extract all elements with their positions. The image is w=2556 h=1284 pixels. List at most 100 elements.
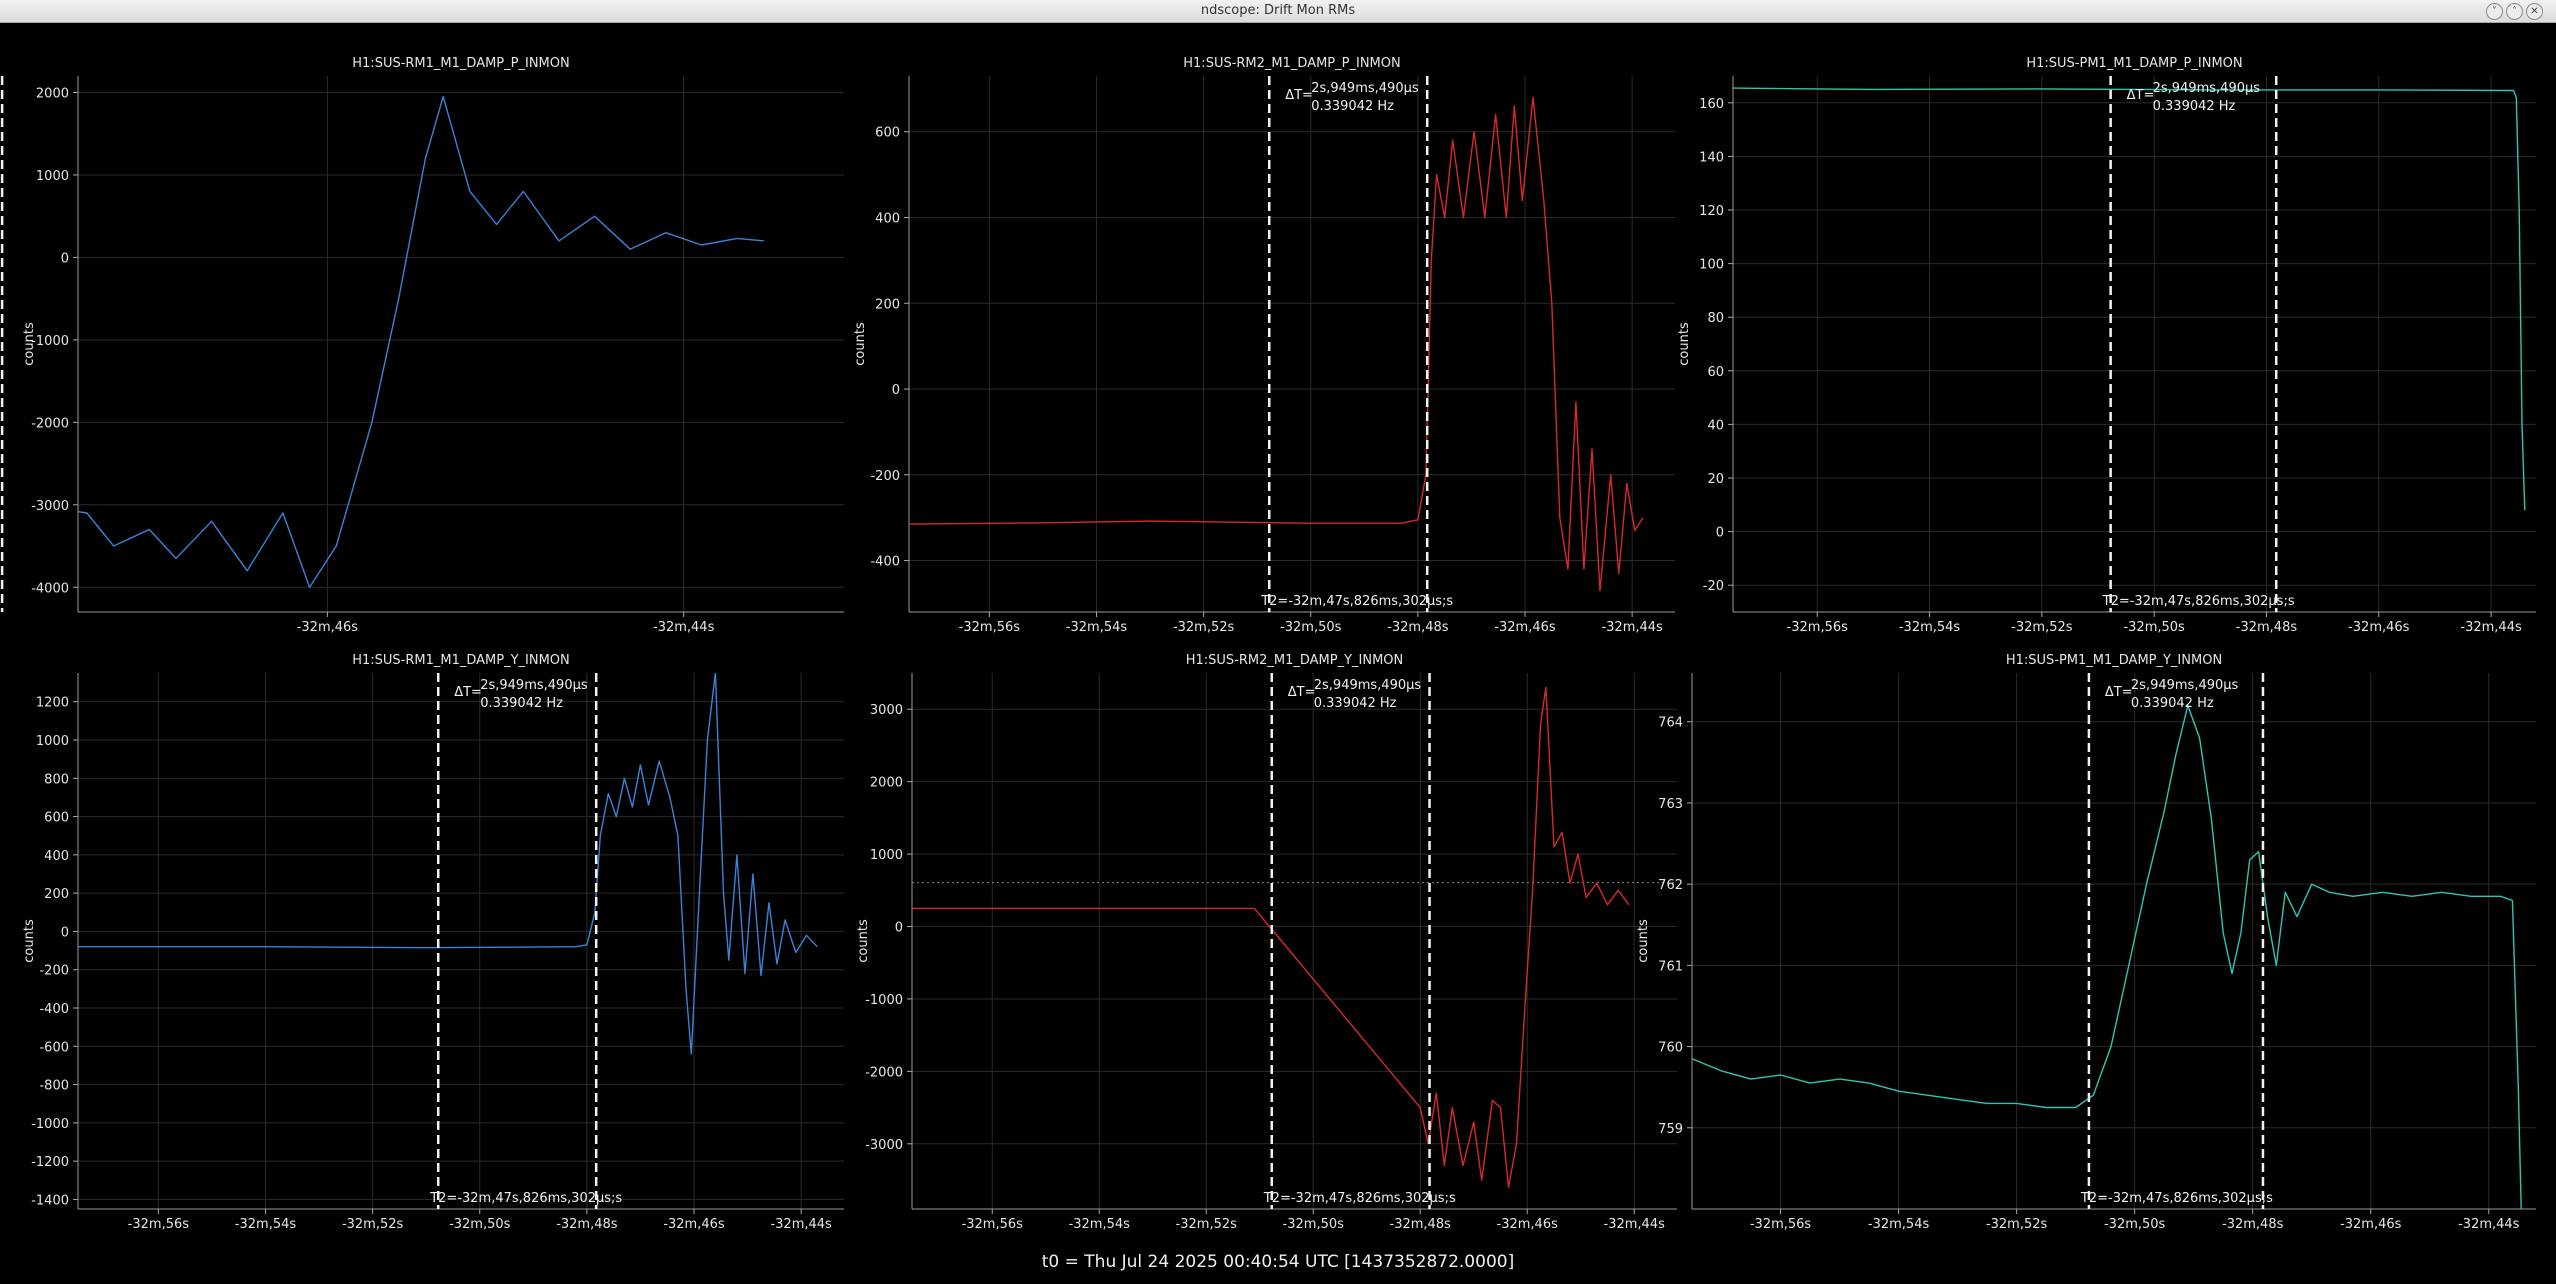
x-tick-label: -32m,46s (297, 620, 359, 635)
y-tick-label: 759 (1658, 1122, 1683, 1137)
x-tick-label: -32m,48s (556, 1217, 618, 1232)
x-tick-label: -32m,54s (1868, 1217, 1930, 1232)
x-tick-label: -32m,52s (342, 1217, 404, 1232)
y-tick-label: 60 (1707, 365, 1724, 380)
y-tick-label: 0 (61, 251, 69, 266)
grid (912, 673, 1677, 1209)
x-tick-label: -32m,50s (1283, 1217, 1345, 1232)
y-tick-label: -2000 (865, 1065, 903, 1080)
grid (1692, 673, 2536, 1209)
y-axis-label: counts (853, 322, 868, 366)
grid (909, 76, 1675, 612)
y-tick-label: 200 (875, 297, 900, 312)
data-trace (1733, 87, 2526, 511)
y-tick-label: 763 (1658, 797, 1683, 812)
plot-title: H1:SUS-RM1_M1_DAMP_Y_INMON (352, 653, 570, 668)
delta-t-value: 2s,949ms,490μs (480, 678, 588, 693)
x-tick-label: -32m,44s (1601, 620, 1663, 635)
y-tick-label: -20 (1703, 579, 1724, 594)
y-tick-label: 40 (1707, 418, 1724, 433)
y-tick-label: -2000 (31, 416, 69, 431)
y-tick-label: 2000 (870, 776, 903, 791)
x-tick-label: -32m,44s (2458, 1217, 2520, 1232)
delta-t-value: 2s,949ms,490μs (1314, 678, 1422, 693)
x-tick-label: -32m,52s (1176, 1217, 1238, 1232)
y-tick-label: 1000 (36, 169, 69, 184)
plot-panel-3[interactable]: H1:SUS-PM1_M1_DAMP_P_INMONcounts -32m,56s… (1677, 56, 2536, 635)
y-tick-label: -400 (39, 1002, 69, 1017)
y-tick-label: -3000 (865, 1138, 903, 1153)
y-axis-label: counts (1677, 322, 1692, 366)
y-tick-label: 800 (44, 772, 69, 787)
x-tick-label: -32m,46s (1497, 1217, 1559, 1232)
y-axis-label: counts (856, 919, 871, 963)
x-tick-label: -32m,46s (2348, 620, 2410, 635)
data-trace (909, 96, 1644, 592)
cursor-t2-label: T2=-32m,47s,826ms,302μs;s (2080, 1191, 2273, 1206)
data-trace (78, 673, 818, 1055)
x-tick-label: -32m,46s (1494, 620, 1556, 635)
plot-title: H1:SUS-RM2_M1_DAMP_P_INMON (1183, 56, 1400, 71)
delta-t-label: ΔT= (2105, 685, 2133, 700)
y-tick-label: -3000 (31, 499, 69, 514)
y-tick-label: -800 (39, 1079, 69, 1094)
plot-panel-2[interactable]: H1:SUS-RM2_M1_DAMP_P_INMONcounts -32m,56s… (853, 56, 1675, 635)
delta-t-label: ΔT= (454, 685, 482, 700)
x-tick-label: -32m,46s (2340, 1217, 2402, 1232)
x-tick-label: -32m,54s (1899, 620, 1961, 635)
y-tick-label: -1000 (31, 1117, 69, 1132)
y-tick-label: -400 (870, 555, 900, 570)
y-tick-label: 1000 (870, 848, 903, 863)
x-tick-label: -32m,44s (770, 1217, 832, 1232)
x-tick-label: -32m,48s (2236, 620, 2298, 635)
plot-panel-4[interactable]: H1:SUS-RM1_M1_DAMP_Y_INMONcounts -32m,56s… (22, 653, 844, 1232)
x-tick-label: -32m,44s (2460, 620, 2522, 635)
x-tick-label: -32m,50s (449, 1217, 511, 1232)
cursor-t2-label: T2=-32m,47s,826ms,302μs;s (429, 1191, 622, 1206)
y-tick-label: -1000 (865, 993, 903, 1008)
y-tick-label: 120 (1699, 204, 1724, 219)
delta-t-label: ΔT= (2127, 88, 2155, 103)
y-tick-label: 200 (44, 887, 69, 902)
delta-freq: 0.339042 Hz (2153, 99, 2236, 114)
y-tick-label: 762 (1658, 878, 1683, 893)
x-tick-label: -32m,52s (1986, 1217, 2048, 1232)
plot-panel-6[interactable]: H1:SUS-PM1_M1_DAMP_Y_INMONcounts -32m,56s… (1636, 653, 2536, 1232)
x-tick-label: -32m,54s (235, 1217, 297, 1232)
delta-t-value: 2s,949ms,490μs (2131, 678, 2239, 693)
y-tick-label: 0 (61, 925, 69, 940)
delta-t-value: 2s,949ms,490μs (2153, 81, 2261, 96)
x-tick-label: -32m,56s (1750, 1217, 1812, 1232)
t0-footer: t0 = Thu Jul 24 2025 00:40:54 UTC [14373… (1041, 1252, 1515, 1272)
y-tick-label: 1000 (36, 734, 69, 749)
delta-t-value: 2s,949ms,490μs (1311, 81, 1419, 96)
y-tick-label: -200 (870, 469, 900, 484)
y-tick-label: -1000 (31, 334, 69, 349)
data-trace (1692, 704, 2522, 1209)
delta-freq: 0.339042 Hz (2131, 696, 2214, 711)
plot-panel-5[interactable]: H1:SUS-RM2_M1_DAMP_Y_INMONcounts -32m,56s… (856, 653, 1677, 1232)
y-tick-label: 0 (1716, 526, 1724, 541)
grid (78, 76, 844, 612)
plot-panel-1[interactable]: H1:SUS-RM1_M1_DAMP_P_INMONcounts-32m,46s… (0, 56, 844, 635)
delta-t-label: ΔT= (1288, 685, 1316, 700)
close-button[interactable]: ✕ (2526, 3, 2543, 20)
data-trace (912, 686, 1630, 1188)
minimize-button[interactable]: ˅ (2486, 3, 2503, 20)
y-tick-label: 160 (1699, 97, 1724, 112)
y-tick-label: 600 (44, 811, 69, 826)
maximize-button[interactable]: ˄ (2506, 3, 2523, 20)
y-tick-label: 140 (1699, 150, 1724, 165)
plot-title: H1:SUS-RM2_M1_DAMP_Y_INMON (1186, 653, 1404, 668)
y-axis-label: counts (22, 919, 37, 963)
plots-area[interactable]: H1:SUS-RM1_M1_DAMP_P_INMONcounts -32m,46s… (0, 23, 2556, 1248)
cursor-t2-label: T2=-32m,47s,826ms,302μs;s (2102, 594, 2295, 609)
x-tick-label: -32m,44s (1604, 1217, 1666, 1232)
y-tick-label: 761 (1658, 959, 1683, 974)
delta-freq: 0.339042 Hz (1314, 696, 1397, 711)
plot-title: H1:SUS-PM1_M1_DAMP_P_INMON (2026, 56, 2242, 71)
delta-t-label: ΔT= (1285, 88, 1313, 103)
x-tick-label: -32m,56s (128, 1217, 190, 1232)
y-tick-label: -1200 (31, 1155, 69, 1170)
grid (78, 673, 844, 1209)
